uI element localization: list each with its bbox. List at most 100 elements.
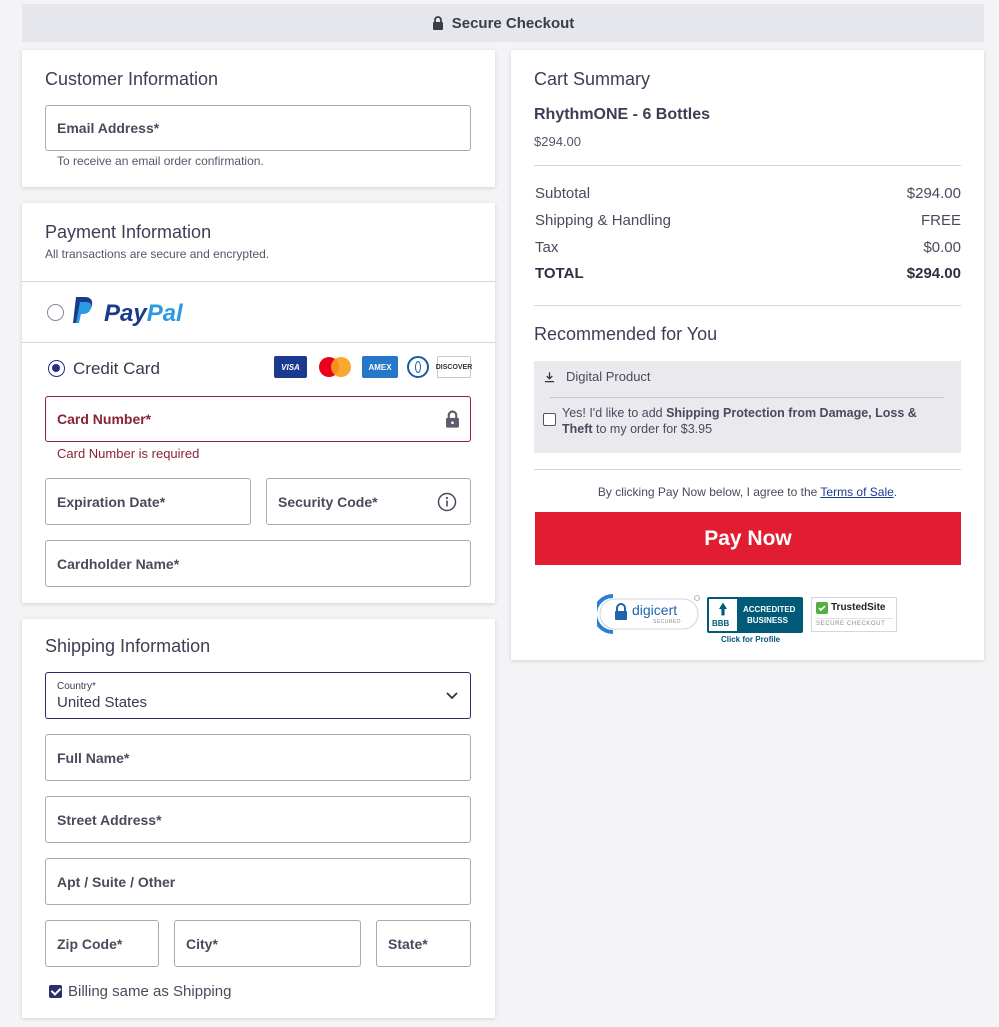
bbb-seal: BBB ACCREDITED BUSINESS — [707, 597, 803, 633]
discover-icon: DISCOVER — [435, 356, 473, 378]
lock-icon — [432, 16, 443, 30]
email-hint: To receive an email order confirmation. — [57, 154, 264, 168]
cart-summary-card: Cart Summary RhythmONE - 6 Bottles $294.… — [511, 50, 984, 660]
shipping-protection-checkbox[interactable] — [543, 413, 556, 426]
tax-row: Tax $0.00 — [535, 239, 961, 256]
customer-info-title: Customer Information — [45, 69, 219, 89]
paypal-pay: Pay — [104, 300, 147, 327]
shipping-label: Shipping & Handling — [535, 212, 671, 229]
digicert-sub: SECURED — [653, 619, 681, 625]
expiration-date-label: Expiration Date* — [57, 493, 166, 510]
expiration-date-field[interactable]: Expiration Date* — [45, 478, 251, 525]
country-label: Country* — [57, 680, 96, 692]
total-value: $294.00 — [906, 265, 961, 282]
trustedsite-sub: SECURE CHECKOUT — [816, 621, 886, 627]
mastercard-icon — [317, 356, 353, 378]
offer-pre: Yes! I'd like to add — [562, 406, 667, 420]
state-label: State* — [388, 935, 428, 952]
trustedsite-badge[interactable]: TrustedSite SECURE CHECKOUT — [811, 597, 897, 632]
bbb-logo-text: BBB — [712, 619, 730, 628]
bbb-line-1: ACCREDITED — [743, 605, 796, 614]
trustedsite-name: TrustedSite — [831, 602, 886, 613]
apt-suite-field[interactable]: Apt / Suite / Other — [45, 858, 471, 905]
recommended-box: Digital Product Yes! I'd like to add Shi… — [534, 361, 961, 453]
city-field[interactable]: City* — [174, 920, 361, 967]
terms-post: . — [893, 485, 898, 499]
amex-icon: AMEX — [362, 356, 398, 378]
full-name-label: Full Name* — [57, 749, 130, 766]
offer-bold-1: Shipping Protection from Damage, Loss & — [666, 406, 917, 420]
country-select[interactable]: Country* United States — [45, 672, 471, 719]
billing-same-checkbox[interactable] — [49, 985, 62, 998]
shipping-row: Shipping & Handling FREE — [535, 212, 961, 229]
diners-club-icon — [406, 356, 430, 378]
credit-card-radio[interactable] — [48, 360, 65, 377]
security-code-field[interactable]: Security Code* — [266, 478, 471, 525]
paypal-logo-icon — [73, 297, 93, 323]
street-address-field[interactable]: Street Address* — [45, 796, 471, 843]
zip-code-field[interactable]: Zip Code* — [45, 920, 159, 967]
secure-checkout-title: Secure Checkout — [451, 14, 575, 32]
shipping-info-title: Shipping Information — [45, 636, 211, 656]
tax-value: $0.00 — [923, 239, 961, 256]
offer-bold-2: Theft — [562, 422, 593, 436]
terms-agreement: By clicking Pay Now below, I agree to th… — [534, 485, 961, 499]
card-number-error: Card Number is required — [57, 446, 200, 461]
cardholder-name-label: Cardholder Name* — [57, 555, 180, 572]
email-field[interactable]: Email Address* — [45, 105, 471, 151]
product-name: RhythmONE - 6 Bottles — [534, 106, 711, 123]
full-name-field[interactable]: Full Name* — [45, 734, 471, 781]
info-icon[interactable] — [437, 492, 457, 512]
shipping-value: FREE — [920, 212, 961, 229]
bbb-line-2: BUSINESS — [747, 616, 788, 625]
email-label: Email Address* — [57, 120, 160, 136]
paypal-pal: Pal — [146, 300, 183, 327]
pay-now-button[interactable]: Pay Now — [535, 512, 961, 565]
divider — [550, 397, 944, 398]
security-code-label: Security Code* — [278, 493, 378, 510]
subtotal-value: $294.00 — [906, 185, 961, 202]
lock-icon — [446, 410, 459, 428]
subtotal-row: Subtotal $294.00 — [535, 185, 961, 202]
digicert-label: digicert — [632, 602, 678, 618]
offer-post: to my order for $3.95 — [592, 422, 713, 436]
total-row: TOTAL $294.00 — [535, 265, 961, 282]
payment-info-title: Payment Information — [45, 222, 212, 242]
country-value: United States — [57, 693, 148, 711]
bbb-logo-box: BBB — [709, 599, 737, 631]
shipping-protection-text[interactable]: Yes! I'd like to add Shipping Protection… — [562, 405, 957, 437]
paypal-option[interactable]: PayPal — [22, 282, 495, 342]
credit-card-option[interactable]: Credit Card — [22, 343, 272, 393]
digital-product-label: Digital Product — [566, 369, 651, 384]
visa-label: VISA — [281, 362, 300, 372]
apt-suite-label: Apt / Suite / Other — [57, 873, 176, 890]
cart-summary-title: Cart Summary — [534, 69, 651, 89]
secure-checkout-bar: Secure Checkout — [22, 4, 984, 42]
subtotal-label: Subtotal — [535, 185, 591, 202]
state-field[interactable]: State* — [376, 920, 471, 967]
card-number-label: Card Number* — [57, 411, 152, 427]
terms-of-sale-link[interactable]: Terms of Sale — [820, 485, 893, 499]
bbb-caption[interactable]: Click for Profile — [721, 635, 780, 644]
billing-same-option[interactable]: Billing same as Shipping — [48, 983, 268, 1001]
discover-label: DISCOVER — [435, 363, 473, 371]
paypal-radio[interactable] — [47, 304, 64, 321]
total-label: TOTAL — [535, 265, 584, 282]
divider — [534, 305, 961, 306]
credit-card-label: Credit Card — [73, 359, 160, 378]
tax-label: Tax — [535, 239, 559, 256]
cardholder-name-field[interactable]: Cardholder Name* — [45, 540, 471, 587]
zip-code-label: Zip Code* — [57, 935, 123, 952]
divider — [534, 469, 961, 470]
payment-info-subtitle: All transactions are secure and encrypte… — [45, 247, 270, 261]
terms-pre: By clicking Pay Now below, I agree to th… — [597, 485, 821, 499]
bbb-badge[interactable]: BBB ACCREDITED BUSINESS Click for Profil… — [707, 597, 803, 645]
recommended-title: Recommended for You — [534, 324, 718, 344]
bbb-torch-icon — [719, 602, 727, 616]
street-address-label: Street Address* — [57, 811, 162, 828]
customer-info-card: Customer Information Email Address* To r… — [22, 50, 495, 187]
card-number-field[interactable]: Card Number* — [45, 396, 471, 442]
chevron-down-icon — [446, 692, 458, 700]
digicert-badge[interactable]: digicert SECURED — [597, 593, 701, 635]
amex-label: AMEX — [368, 362, 392, 372]
